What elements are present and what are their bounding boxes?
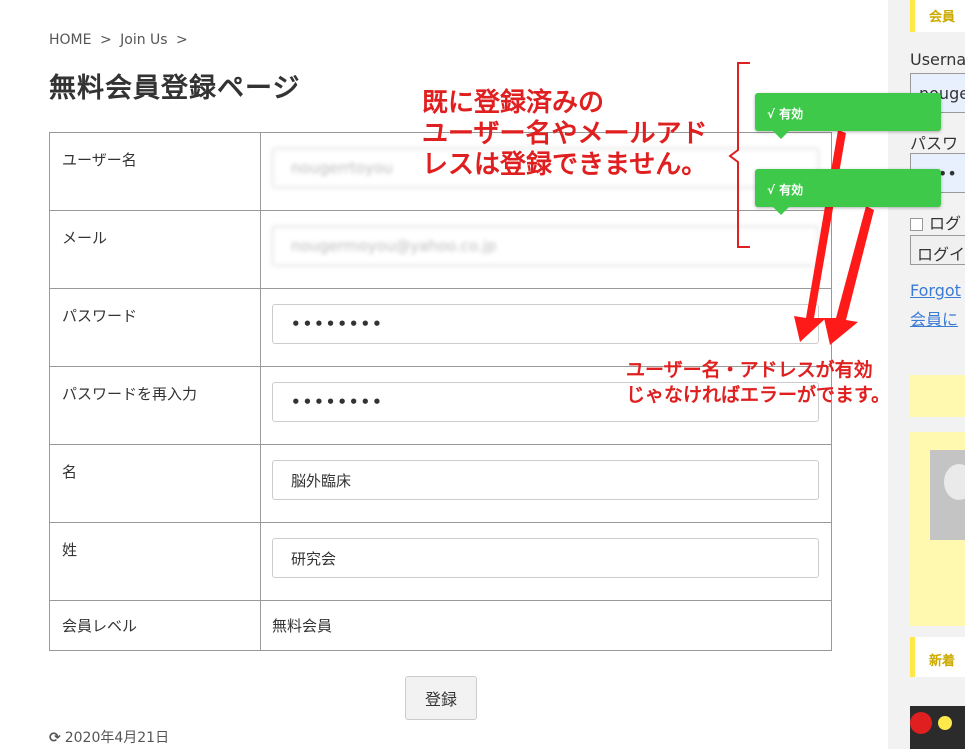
level-label: 会員レベル: [49, 600, 261, 651]
sidebar-remember-label: ログ: [929, 214, 962, 233]
breadcrumb-separator: >: [99, 32, 112, 48]
form-row-password: パスワード ••••••••: [49, 288, 832, 367]
last-name-label: 姓: [49, 522, 261, 601]
first-name-input[interactable]: 脳外臨床: [272, 460, 819, 500]
annotation-duplicate-note: 既に登録済みの ユーザー名やメールアド レスは登録できません。: [422, 88, 708, 180]
updated-date-text: 2020年4月21日: [64, 730, 170, 746]
breadcrumb-separator: >: [176, 32, 188, 48]
sidebar-password-label: パスワ: [910, 134, 959, 153]
sidebar-post-thumbnail[interactable]: [910, 706, 965, 749]
email-input[interactable]: nougermoyou@yahoo.co.jp: [272, 226, 819, 266]
checkbox-icon[interactable]: [910, 218, 923, 231]
email-label: メール: [49, 210, 261, 289]
last-name-input[interactable]: 研究会: [272, 538, 819, 578]
username-label: ユーザー名: [49, 132, 261, 211]
valid-tooltip-text: √ 有効: [767, 107, 804, 121]
password-confirm-label: パスワードを再入力: [49, 366, 261, 445]
level-value: 無料会員: [260, 600, 832, 651]
form-row-last-name: 姓 研究会: [49, 522, 832, 601]
sidebar-username-label: Userna: [910, 50, 965, 69]
form-row-email: メール nougermoyou@yahoo.co.jp: [49, 210, 832, 289]
sidebar-heading-new: 新着: [910, 637, 965, 677]
valid-tooltip-username: √ 有効: [755, 93, 941, 139]
sidebar-register-link[interactable]: 会員に: [910, 306, 958, 330]
form-row-first-name: 名 脳外臨床: [49, 444, 832, 523]
password-input[interactable]: ••••••••: [272, 304, 819, 344]
annotation-error-note: ユーザー名・アドレスが有効 じゃなければエラーがでます。: [626, 359, 891, 406]
first-name-label: 名: [49, 444, 261, 523]
valid-tooltip-email: √ 有効: [755, 169, 941, 215]
sidebar-heading-member: 会員: [910, 0, 965, 32]
refresh-icon: ⟳: [49, 730, 61, 746]
page-title: 無料会員登録ページ: [49, 73, 301, 104]
form-row-level: 会員レベル 無料会員: [49, 600, 832, 651]
register-button[interactable]: 登録: [405, 676, 477, 720]
valid-tooltip-text: √ 有効: [767, 183, 804, 197]
breadcrumb-current[interactable]: Join Us: [120, 32, 167, 48]
sidebar-yellow-banner: [910, 375, 965, 417]
breadcrumb: HOME > Join Us >: [49, 32, 192, 48]
updated-date: ⟳ 2020年4月21日: [49, 727, 169, 747]
lightbulb-icon: [938, 716, 952, 730]
badge-icon: [910, 712, 932, 734]
sidebar-login-button[interactable]: ログイ: [910, 235, 965, 265]
sidebar-remember-checkbox[interactable]: ログ: [910, 210, 961, 234]
password-label: パスワード: [49, 288, 261, 367]
sidebar-forgot-link[interactable]: Forgot: [910, 281, 961, 300]
breadcrumb-home[interactable]: HOME: [49, 32, 91, 48]
